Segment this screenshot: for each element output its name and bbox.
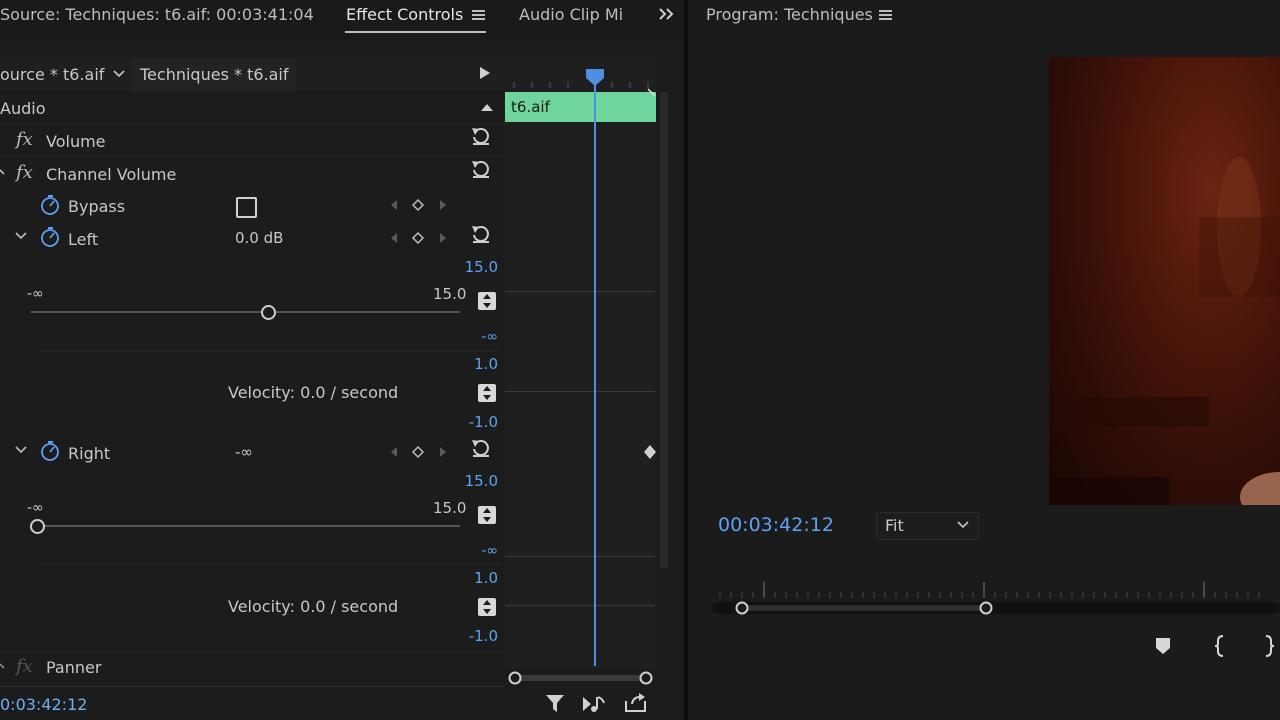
reset-icon[interactable] [470, 158, 492, 180]
left-channel-label: Left [68, 230, 99, 249]
chevron-down-icon[interactable] [14, 231, 28, 241]
clip-end-marker-icon [647, 88, 657, 98]
playhead-line[interactable] [594, 82, 596, 666]
video-frame[interactable] [1049, 57, 1280, 505]
tab-effect-controls[interactable]: Effect Controls [346, 7, 463, 23]
fx-badge-icon[interactable]: fx [16, 131, 33, 149]
right-value-slider-handle[interactable] [29, 519, 45, 534]
reset-icon[interactable] [470, 437, 492, 459]
section-audio-label: Audio [0, 99, 46, 118]
keyframe-nav[interactable] [388, 445, 450, 459]
program-zoom-bar[interactable] [708, 598, 1280, 618]
chevron-down-icon[interactable] [112, 69, 126, 79]
right-velocity-bottom-label: -1.0 [468, 627, 498, 645]
fx-badge-icon[interactable]: fx [16, 658, 33, 676]
collapse-up-icon[interactable] [480, 102, 494, 112]
export-icon[interactable] [624, 692, 648, 714]
graph-toggle-icon[interactable] [478, 598, 496, 616]
tab-source[interactable]: Source: Techniques: t6.aif: 00:03:41:04 [0, 7, 314, 23]
effect-panner-label: Panner [46, 658, 102, 677]
left-velocity-label: Velocity: 0.0 / second [228, 383, 399, 402]
timeline-ruler[interactable] [504, 70, 656, 90]
chevron-down-icon[interactable] [0, 168, 8, 178]
effect-channel-volume-label: Channel Volume [46, 165, 177, 184]
source-clip-label[interactable]: ource * t6.aif [0, 67, 104, 83]
active-tab-underline [345, 31, 486, 33]
effect-controls-timecode[interactable]: 0:03:42:12 [0, 697, 87, 713]
right-graph-bottom-label: -∞ [481, 543, 498, 559]
chevron-down-icon[interactable] [956, 520, 970, 530]
right-velocity-label: Velocity: 0.0 / second [228, 597, 399, 616]
vertical-scrollbar[interactable] [660, 92, 668, 568]
left-slider-max: 15.0 [433, 285, 467, 303]
keyframe-nav[interactable] [388, 198, 450, 212]
left-velocity-bottom-label: -1.0 [468, 413, 498, 431]
left-value-slider-track[interactable] [31, 311, 460, 313]
graph-toggle-icon[interactable] [478, 506, 496, 524]
loop-audio-icon[interactable] [582, 694, 608, 714]
sequence-clip-label[interactable]: Techniques * t6.aif [140, 67, 289, 83]
right-velocity-top-label: 1.0 [474, 569, 498, 587]
fit-dropdown-value: Fit [885, 516, 904, 535]
left-graph-top-label: 15.0 [464, 258, 498, 276]
fx-badge-icon[interactable]: fx [16, 164, 33, 182]
stopwatch-icon[interactable] [40, 194, 62, 216]
left-graph-bottom-label: -∞ [481, 329, 498, 345]
right-channel-label: Right [68, 444, 111, 463]
panel-menu-icon[interactable] [879, 8, 893, 22]
keyframe-marker-icon[interactable] [643, 444, 657, 460]
timeline-clip-label: t6.aif [511, 98, 550, 116]
program-timecode[interactable]: 00:03:42:12 [718, 516, 834, 535]
add-marker-icon[interactable] [1155, 637, 1171, 655]
graph-toggle-icon[interactable] [478, 292, 496, 310]
reset-icon[interactable] [470, 223, 492, 245]
right-channel-value[interactable]: -∞ [235, 445, 253, 460]
filter-icon[interactable] [545, 694, 567, 714]
chevron-double-right-icon[interactable] [658, 7, 676, 21]
panel-menu-icon[interactable] [472, 8, 486, 22]
right-slider-min: -∞ [27, 500, 44, 516]
chevron-down-icon[interactable] [0, 662, 8, 672]
left-channel-value[interactable]: 0.0 dB [235, 231, 283, 246]
chevron-down-icon[interactable] [14, 445, 28, 455]
mark-in-icon[interactable] [1213, 635, 1227, 657]
reset-icon[interactable] [470, 125, 492, 147]
program-time-ruler[interactable] [716, 580, 1280, 600]
tab-audio-clip-mixer[interactable]: Audio Clip Mi [519, 7, 623, 23]
graph-toggle-icon[interactable] [478, 384, 496, 402]
bypass-checkbox[interactable] [236, 197, 257, 218]
effect-timeline-area[interactable] [504, 58, 656, 668]
right-value-slider-track[interactable] [31, 525, 460, 527]
right-graph-top-label: 15.0 [464, 472, 498, 490]
left-slider-min: -∞ [27, 286, 44, 302]
bypass-label: Bypass [68, 197, 126, 216]
play-triangle-icon[interactable] [479, 66, 491, 80]
zoom-scrollbar[interactable] [507, 670, 657, 686]
stopwatch-icon[interactable] [40, 440, 62, 462]
program-monitor-title[interactable]: Program: Techniques [706, 7, 873, 23]
right-slider-max: 15.0 [433, 499, 467, 517]
left-velocity-top-label: 1.0 [474, 355, 498, 373]
keyframe-nav[interactable] [388, 231, 450, 245]
effect-volume-label: Volume [46, 132, 106, 151]
stopwatch-icon[interactable] [40, 226, 62, 248]
mark-out-icon[interactable] [1262, 635, 1276, 657]
playhead-marker-icon[interactable] [585, 68, 605, 88]
